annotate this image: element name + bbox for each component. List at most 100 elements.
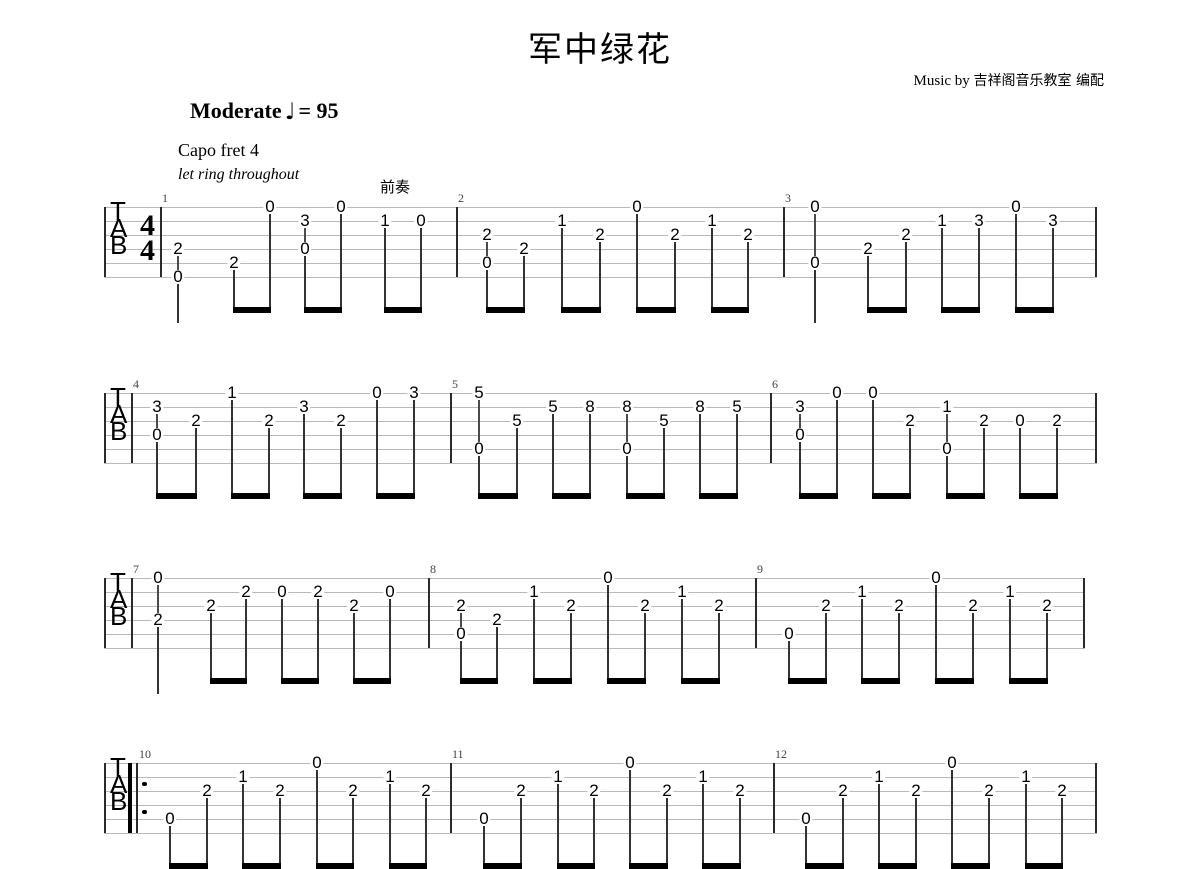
fret-number[interactable]: 0 bbox=[808, 254, 822, 271]
fret-number[interactable]: 3 bbox=[298, 212, 312, 229]
fret-number[interactable]: 2 bbox=[334, 412, 348, 429]
fret-number[interactable]: 0 bbox=[866, 384, 880, 401]
fret-number[interactable]: 2 bbox=[204, 597, 218, 614]
fret-number[interactable]: 2 bbox=[977, 412, 991, 429]
fret-number[interactable]: 2 bbox=[660, 782, 674, 799]
fret-number[interactable]: 5 bbox=[546, 398, 560, 415]
fret-number[interactable]: 2 bbox=[668, 226, 682, 243]
fret-number[interactable]: 1 bbox=[378, 212, 392, 229]
fret-number[interactable]: 3 bbox=[793, 398, 807, 415]
fret-number[interactable]: 0 bbox=[782, 625, 796, 642]
fret-number[interactable]: 2 bbox=[454, 597, 468, 614]
fret-number[interactable]: 2 bbox=[899, 226, 913, 243]
fret-number[interactable]: 2 bbox=[892, 597, 906, 614]
fret-number[interactable]: 0 bbox=[171, 268, 185, 285]
fret-number[interactable]: 0 bbox=[263, 198, 277, 215]
fret-number[interactable]: 2 bbox=[171, 240, 185, 257]
fret-number[interactable]: 0 bbox=[334, 198, 348, 215]
fret-number[interactable]: 0 bbox=[298, 240, 312, 257]
fret-number[interactable]: 0 bbox=[163, 810, 177, 827]
fret-number[interactable]: 2 bbox=[227, 254, 241, 271]
fret-number[interactable]: 2 bbox=[741, 226, 755, 243]
fret-number[interactable]: 2 bbox=[189, 412, 203, 429]
fret-number[interactable]: 2 bbox=[1055, 782, 1069, 799]
fret-number[interactable]: 0 bbox=[151, 569, 165, 586]
fret-number[interactable]: 2 bbox=[311, 583, 325, 600]
fret-number[interactable]: 2 bbox=[982, 782, 996, 799]
fret-number[interactable]: 2 bbox=[861, 240, 875, 257]
fret-number[interactable]: 2 bbox=[262, 412, 276, 429]
fret-number[interactable]: 0 bbox=[620, 440, 634, 457]
fret-number[interactable]: 0 bbox=[1009, 198, 1023, 215]
fret-number[interactable]: 2 bbox=[514, 782, 528, 799]
fret-number[interactable]: 1 bbox=[555, 212, 569, 229]
fret-number[interactable]: 1 bbox=[935, 212, 949, 229]
fret-number[interactable]: 0 bbox=[793, 426, 807, 443]
fret-number[interactable]: 3 bbox=[1046, 212, 1060, 229]
fret-number[interactable]: 0 bbox=[830, 384, 844, 401]
fret-number[interactable]: 2 bbox=[480, 226, 494, 243]
fret-number[interactable]: 1 bbox=[1003, 583, 1017, 600]
fret-number[interactable]: 5 bbox=[657, 412, 671, 429]
fret-number[interactable]: 0 bbox=[929, 569, 943, 586]
fret-number[interactable]: 3 bbox=[972, 212, 986, 229]
fret-number[interactable]: 8 bbox=[620, 398, 634, 415]
fret-number[interactable]: 2 bbox=[151, 611, 165, 628]
fret-number[interactable]: 1 bbox=[236, 768, 250, 785]
fret-number[interactable]: 2 bbox=[587, 782, 601, 799]
fret-number[interactable]: 1 bbox=[940, 398, 954, 415]
fret-number[interactable]: 0 bbox=[623, 754, 637, 771]
fret-number[interactable]: 3 bbox=[150, 398, 164, 415]
fret-number[interactable]: 2 bbox=[1050, 412, 1064, 429]
fret-number[interactable]: 8 bbox=[693, 398, 707, 415]
fret-number[interactable]: 2 bbox=[966, 597, 980, 614]
fret-number[interactable]: 1 bbox=[551, 768, 565, 785]
fret-number[interactable]: 0 bbox=[477, 810, 491, 827]
fret-number[interactable]: 3 bbox=[297, 398, 311, 415]
fret-number[interactable]: 5 bbox=[472, 384, 486, 401]
fret-number[interactable]: 2 bbox=[593, 226, 607, 243]
fret-number[interactable]: 5 bbox=[510, 412, 524, 429]
fret-number[interactable]: 0 bbox=[454, 625, 468, 642]
fret-number[interactable]: 2 bbox=[419, 782, 433, 799]
fret-number[interactable]: 1 bbox=[872, 768, 886, 785]
fret-number[interactable]: 0 bbox=[480, 254, 494, 271]
fret-number[interactable]: 0 bbox=[414, 212, 428, 229]
fret-number[interactable]: 2 bbox=[836, 782, 850, 799]
fret-number[interactable]: 2 bbox=[273, 782, 287, 799]
fret-number[interactable]: 1 bbox=[675, 583, 689, 600]
fret-number[interactable]: 2 bbox=[819, 597, 833, 614]
fret-number[interactable]: 2 bbox=[733, 782, 747, 799]
fret-number[interactable]: 0 bbox=[383, 583, 397, 600]
fret-number[interactable]: 0 bbox=[630, 198, 644, 215]
fret-number[interactable]: 0 bbox=[808, 198, 822, 215]
fret-number[interactable]: 1 bbox=[696, 768, 710, 785]
fret-number[interactable]: 2 bbox=[1040, 597, 1054, 614]
fret-number[interactable]: 3 bbox=[407, 384, 421, 401]
fret-number[interactable]: 1 bbox=[705, 212, 719, 229]
fret-number[interactable]: 2 bbox=[564, 597, 578, 614]
fret-number[interactable]: 2 bbox=[909, 782, 923, 799]
fret-number[interactable]: 0 bbox=[1013, 412, 1027, 429]
fret-number[interactable]: 0 bbox=[945, 754, 959, 771]
fret-number[interactable]: 1 bbox=[1019, 768, 1033, 785]
fret-number[interactable]: 0 bbox=[472, 440, 486, 457]
fret-number[interactable]: 0 bbox=[601, 569, 615, 586]
fret-number[interactable]: 2 bbox=[200, 782, 214, 799]
fret-number[interactable]: 1 bbox=[527, 583, 541, 600]
fret-number[interactable]: 0 bbox=[275, 583, 289, 600]
fret-number[interactable]: 8 bbox=[583, 398, 597, 415]
fret-number[interactable]: 2 bbox=[712, 597, 726, 614]
fret-number[interactable]: 0 bbox=[940, 440, 954, 457]
fret-number[interactable]: 2 bbox=[239, 583, 253, 600]
fret-number[interactable]: 1 bbox=[225, 384, 239, 401]
fret-number[interactable]: 2 bbox=[490, 611, 504, 628]
fret-number[interactable]: 2 bbox=[517, 240, 531, 257]
fret-number[interactable]: 2 bbox=[346, 782, 360, 799]
fret-number[interactable]: 0 bbox=[310, 754, 324, 771]
fret-number[interactable]: 5 bbox=[730, 398, 744, 415]
fret-number[interactable]: 2 bbox=[347, 597, 361, 614]
fret-number[interactable]: 1 bbox=[383, 768, 397, 785]
fret-number[interactable]: 0 bbox=[799, 810, 813, 827]
fret-number[interactable]: 0 bbox=[370, 384, 384, 401]
